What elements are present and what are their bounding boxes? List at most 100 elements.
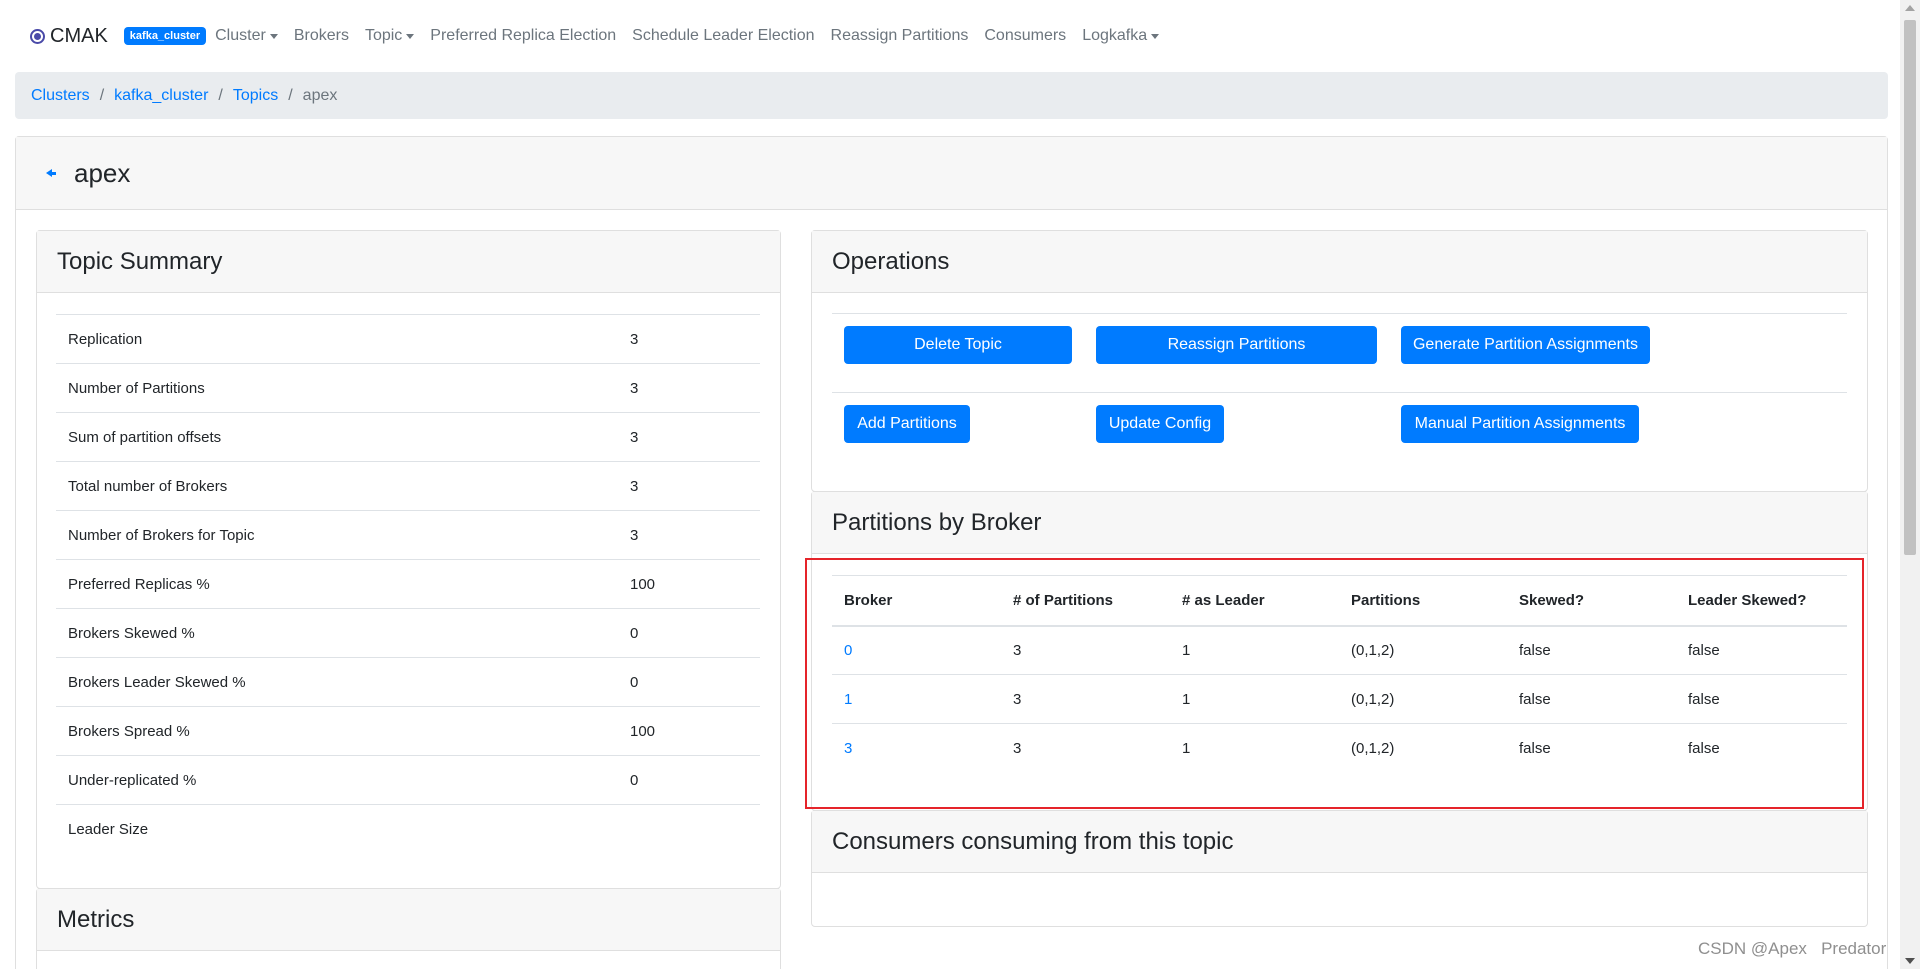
cell-leader-skewed: false <box>1688 641 1720 659</box>
breadcrumb-separator: / <box>99 86 105 104</box>
breadcrumb-separator: / <box>218 86 223 104</box>
column-header: # of Partitions <box>1001 575 1170 627</box>
column-header: Leader Skewed? <box>1676 575 1847 627</box>
summary-value: 3 <box>630 379 639 397</box>
cell-leader-skewed: false <box>1676 674 1847 724</box>
summary-row: Number of Partitions 3 <box>56 363 760 413</box>
scrollbar-thumb[interactable] <box>1904 20 1916 555</box>
summary-label: Number of Partitions <box>68 379 205 397</box>
breadcrumb-topics[interactable]: Topics <box>233 87 278 105</box>
breadcrumb-separator: / <box>288 86 293 104</box>
cell-skewed: false <box>1507 674 1676 724</box>
partitions-by-broker-card: Partitions by Broker Broker # of Partiti… <box>811 491 1868 811</box>
column-header: Broker <box>832 575 1001 627</box>
nav-schedule-leader-election-label: Schedule Leader Election <box>632 27 815 44</box>
cell-as-leader: 1 <box>1182 641 1191 659</box>
update-config-button[interactable]: Update Config <box>1096 405 1224 443</box>
delete-topic-button[interactable]: Delete Topic <box>844 326 1072 364</box>
topic-summary-card: Topic Summary Replication 3 Number of Part… <box>36 230 781 889</box>
cell-as-leader: 1 <box>1170 723 1339 773</box>
nav-consumers-label: Consumers <box>984 27 1067 44</box>
nav-reassign-partitions-label: Reassign Partitions <box>830 27 969 44</box>
back-arrow-icon[interactable] <box>46 169 56 177</box>
breadcrumb: Clusters / kafka_cluster / Topics / apex <box>15 72 1888 119</box>
operations-title: Operations <box>812 231 1867 293</box>
partitions-by-broker-title: Partitions by Broker <box>812 492 1867 554</box>
summary-value: 3 <box>630 330 639 348</box>
page-title: apex <box>74 157 131 188</box>
table-header-row: Broker # of Partitions # as Leader Parti… <box>832 575 1847 627</box>
cell-leader-skewed: false <box>1676 723 1847 773</box>
nav-brokers-label: Brokers <box>293 27 349 44</box>
nav-preferred-replica-election[interactable]: Preferred Replica Election <box>430 27 616 45</box>
nav-topic[interactable]: Topic <box>364 27 415 45</box>
scroll-down-arrow-icon[interactable] <box>1905 958 1915 964</box>
breadcrumb-cluster[interactable]: kafka_cluster <box>114 87 208 105</box>
summary-label: Number of Brokers for Topic <box>68 526 255 544</box>
broker-link[interactable]: 0 <box>832 626 1001 675</box>
caret-down-icon <box>406 33 415 39</box>
topic-header: apex <box>16 137 1887 210</box>
nav-consumers[interactable]: Consumers <box>984 27 1066 45</box>
nav-schedule-leader-election[interactable]: Schedule Leader Election <box>632 27 814 45</box>
cell-skewed: false <box>1519 641 1551 659</box>
caret-down-icon <box>1151 33 1160 39</box>
nav-topic-label: Topic <box>364 27 403 44</box>
divider <box>832 313 1847 314</box>
cell-partitions: (0,1,2) <box>1351 641 1395 659</box>
operations-card: Operations Delete Topic Reassign Partiti… <box>811 230 1868 492</box>
summary-label: Total number of Brokers <box>68 477 228 495</box>
breadcrumb-current: apex <box>302 86 338 104</box>
summary-row: Preferred Replicas % 100 <box>56 559 760 609</box>
add-partitions-button[interactable]: Add Partitions <box>844 405 970 443</box>
manual-partition-assignments-button[interactable]: Manual Partition Assignments <box>1401 405 1639 443</box>
summary-row: Number of Brokers for Topic 3 <box>56 510 760 560</box>
brand-name: CMAK <box>50 24 108 47</box>
summary-label: Replication <box>68 330 143 348</box>
cell-partitions: (0,1,2) <box>1339 674 1507 724</box>
summary-value: 100 <box>630 722 656 740</box>
breadcrumb-clusters[interactable]: Clusters <box>31 87 90 105</box>
summary-value <box>630 805 760 854</box>
reassign-partitions-button[interactable]: Reassign Partitions <box>1096 326 1377 364</box>
nav-cluster-label: Cluster <box>215 27 266 44</box>
metrics-card: Metrics <box>36 888 781 969</box>
cell-num-partitions: 3 <box>1001 674 1170 724</box>
nav-logkafka[interactable]: Logkafka <box>1082 27 1160 45</box>
cell-as-leader: 1 <box>1170 674 1339 724</box>
cell-skewed: false <box>1507 723 1676 773</box>
nav-reassign-partitions[interactable]: Reassign Partitions <box>831 27 969 45</box>
broker-link[interactable]: 3 <box>832 723 1001 773</box>
summary-label: Sum of partition offsets <box>68 428 222 446</box>
page-scrollbar[interactable] <box>1900 0 1920 969</box>
topic-summary-table: Replication 3 Number of Partitions 3 Sum of … <box>56 314 760 854</box>
table-row: 3 3 1 (0,1,2) false false <box>832 723 1847 773</box>
summary-row: Under-replicated % 0 <box>56 755 760 805</box>
broker-link[interactable]: 1 <box>832 674 1001 724</box>
cell-num-partitions: 3 <box>1001 723 1170 773</box>
column-header: Partitions <box>1339 575 1507 627</box>
summary-label: Preferred Replicas % <box>68 575 210 593</box>
metrics-title: Metrics <box>37 889 780 951</box>
consumers-title: Consumers consuming from this topic <box>812 811 1867 873</box>
brand-logo-icon <box>30 28 45 44</box>
cluster-badge[interactable]: kafka_cluster <box>123 27 207 45</box>
cell-partitions: (0,1,2) <box>1339 723 1507 773</box>
brand-link[interactable]: CMAK <box>30 25 108 48</box>
nav-logkafka-label: Logkafka <box>1082 27 1148 44</box>
summary-row: Brokers Spread % 100 <box>56 706 760 756</box>
table-row: 0 3 1 (0,1,2) false false <box>832 626 1847 675</box>
summary-row: Total number of Brokers 3 <box>56 461 760 511</box>
summary-label: Leader Size <box>68 820 149 838</box>
divider <box>832 392 1847 393</box>
summary-label: Brokers Leader Skewed % <box>68 673 246 691</box>
summary-row: Sum of partition offsets 3 <box>56 412 760 462</box>
column-header: # as Leader <box>1170 575 1339 627</box>
generate-partition-assignments-button[interactable]: Generate Partition Assignments <box>1401 326 1650 364</box>
nav-preferred-replica-election-label: Preferred Replica Election <box>430 27 617 44</box>
scroll-up-arrow-icon[interactable] <box>1905 5 1915 11</box>
summary-label: Brokers Spread % <box>68 722 190 740</box>
nav-cluster[interactable]: Cluster <box>215 27 278 45</box>
summary-label: Brokers Skewed % <box>68 624 195 642</box>
nav-brokers[interactable]: Brokers <box>294 27 349 45</box>
